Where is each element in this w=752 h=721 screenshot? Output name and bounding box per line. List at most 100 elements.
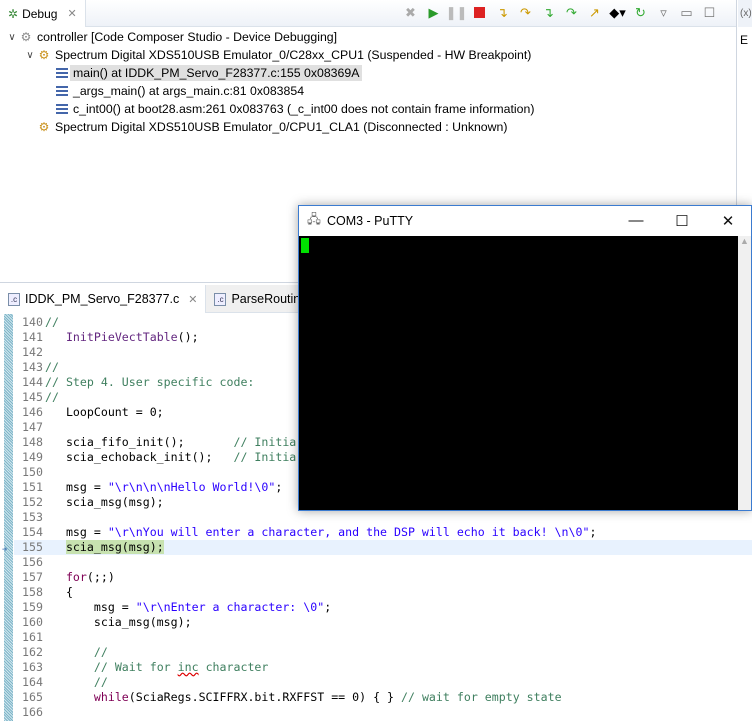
c-file-icon: .c: [8, 292, 20, 306]
c-file-icon: .c: [214, 292, 227, 306]
tree-item-label: Spectrum Digital XDS510USB Emulator_0/CP…: [55, 120, 508, 134]
line-number: 163: [22, 660, 43, 674]
code-line: 159 msg = "\r\nEnter a character: \0";: [14, 600, 752, 615]
suspend-icon[interactable]: ❚❚: [446, 4, 468, 21]
assembly-step-over-icon[interactable]: ↷: [563, 4, 580, 21]
line-number: 154: [22, 525, 43, 539]
code-token: // wait for empty state: [401, 690, 562, 704]
scrollbar[interactable]: ▲: [738, 236, 751, 510]
stack-lines: [56, 86, 68, 96]
code-line: 163 // Wait for inc character: [14, 660, 752, 675]
putty-titlebar[interactable]: 🖧 COM3 - PuTTY — ☐ ✕: [299, 206, 751, 235]
line-number: 157: [22, 570, 43, 584]
code-token: // Wait for: [93, 660, 178, 674]
code-token: (SciaRegs.SCIFFRX.bit.RXFFST == 0) { }: [128, 690, 402, 704]
remove-terminated-icon[interactable]: ✖: [402, 4, 419, 21]
maximize-button[interactable]: ☐: [659, 206, 705, 235]
disconnected-thread-icon: ⚙: [38, 120, 50, 134]
close-button[interactable]: ✕: [705, 206, 751, 235]
code-token: ;: [324, 600, 332, 614]
tree-item-label: controller [Code Composer Studio - Devic…: [37, 30, 338, 44]
tree-item[interactable]: _args_main() at args_main.c:81 0x083854: [0, 82, 736, 100]
code-line: 160 scia_msg(msg);: [14, 615, 752, 630]
line-number: 142: [22, 345, 43, 359]
line-number: 140: [22, 315, 43, 329]
close-icon[interactable]: ✕: [67, 7, 76, 20]
code-token: {: [45, 585, 73, 599]
tab-variables[interactable]: (x): [738, 0, 752, 27]
close-icon[interactable]: ✕: [188, 293, 197, 306]
code-token: character: [198, 660, 269, 674]
code-token: ;: [275, 480, 283, 494]
code-token: //: [93, 645, 108, 659]
code-token: scia_msg(msg);: [45, 495, 164, 509]
code-token: "\r\nEnter a character: \0": [135, 600, 325, 614]
minimize-button[interactable]: —: [613, 206, 659, 235]
tree-item[interactable]: main() at IDDK_PM_Servo_F28377.c:155 0x0…: [0, 64, 736, 82]
code-line: 157 for(;;): [14, 570, 752, 585]
step-return-icon[interactable]: ↗: [586, 4, 603, 21]
line-number: 158: [22, 585, 43, 599]
code-token: LoopCount = 0;: [45, 405, 164, 419]
window-title: COM3 - PuTTY: [326, 213, 414, 228]
code-token: //: [93, 675, 108, 689]
code-token: // Step 4. User specific code:: [45, 375, 255, 389]
cpu-reset-icon[interactable]: ◆▾: [609, 4, 626, 21]
code-token: scia_msg(msg);: [65, 540, 164, 554]
line-number: 162: [22, 645, 43, 659]
code-token: InitPieVectTable: [65, 330, 178, 344]
code-line: ➔ 155 scia_msg(msg);: [2, 540, 752, 555]
tab-debug[interactable]: ✲ Debug ✕: [0, 0, 86, 27]
tree-item-label: _args_main() at args_main.c:81 0x083854: [73, 84, 305, 98]
line-number: 145: [22, 390, 43, 404]
tree-item[interactable]: ∨ ⚙ Spectrum Digital XDS510USB Emulator_0/…: [0, 46, 736, 64]
stack-frame-icon: [54, 84, 70, 98]
code-token: (;;): [86, 570, 115, 584]
code-token: // Initia: [233, 450, 297, 464]
tab-label: Debug: [22, 6, 58, 21]
code-token: "\r\n\n\nHello World!\0": [107, 480, 276, 494]
line-number: 148: [22, 435, 43, 449]
chevron-down-icon[interactable]: ∨: [24, 50, 36, 61]
stack-frame-icon: [54, 102, 70, 116]
code-token: //: [45, 360, 59, 374]
minimize-icon[interactable]: ▭: [678, 4, 695, 21]
overview-ruler: [4, 314, 13, 721]
code-token: scia_echoback_init();: [45, 450, 234, 464]
line-number: 160: [22, 615, 43, 629]
terminate-icon[interactable]: [471, 4, 488, 21]
view-menu-icon[interactable]: ▿: [655, 4, 672, 21]
line-number: 147: [22, 420, 43, 434]
line-number: 144: [22, 375, 43, 389]
tree-item[interactable]: ⚙ Spectrum Digital XDS510USB Emulator_0/C…: [0, 118, 736, 136]
code-token: msg =: [45, 525, 108, 539]
line-number: 164: [22, 675, 43, 689]
restart-icon[interactable]: ↻: [632, 4, 649, 21]
line-number: 166: [22, 705, 43, 719]
code-token: scia_msg(msg);: [45, 615, 192, 629]
assembly-step-into-icon[interactable]: ↴: [540, 4, 557, 21]
code-token: while: [93, 690, 129, 704]
chevron-down-icon[interactable]: ∨: [6, 32, 18, 43]
code-token: msg =: [45, 480, 108, 494]
code-token: //: [45, 390, 59, 404]
code-token: msg =: [45, 600, 136, 614]
line-number: 151: [22, 480, 43, 494]
line-number: 155: [22, 540, 43, 554]
tree-item[interactable]: c_int00() at boot28.asm:261 0x083763 (_c…: [0, 100, 736, 118]
step-into-icon[interactable]: ↴: [494, 4, 511, 21]
maximize-icon[interactable]: ☐: [701, 4, 718, 21]
tab-label: IDDK_PM_Servo_F28377.c: [25, 292, 180, 306]
editor-tab[interactable]: .c IDDK_PM_Servo_F28377.c ✕: [0, 285, 207, 313]
tree-item[interactable]: ∨ ⚙ controller [Code Composer Studio - Dev…: [0, 28, 736, 46]
tree-item-label: main() at IDDK_PM_Servo_F28377.c:155 0x0…: [70, 65, 363, 81]
code-token: //: [45, 315, 59, 329]
terminal-area[interactable]: [299, 236, 739, 510]
debug-tabbar: ✲ Debug ✕ ✖ ▶ ❚❚ ↴ ↷ ↴ ↷ ↗ ◆▾ ↻ ▿ ▭ ☐: [0, 0, 736, 27]
resume-icon[interactable]: ▶: [425, 4, 442, 21]
line-number: 156: [22, 555, 43, 569]
line-number: 153: [22, 510, 43, 524]
step-over-icon[interactable]: ↷: [517, 4, 534, 21]
putty-icon: 🖧: [307, 212, 321, 226]
